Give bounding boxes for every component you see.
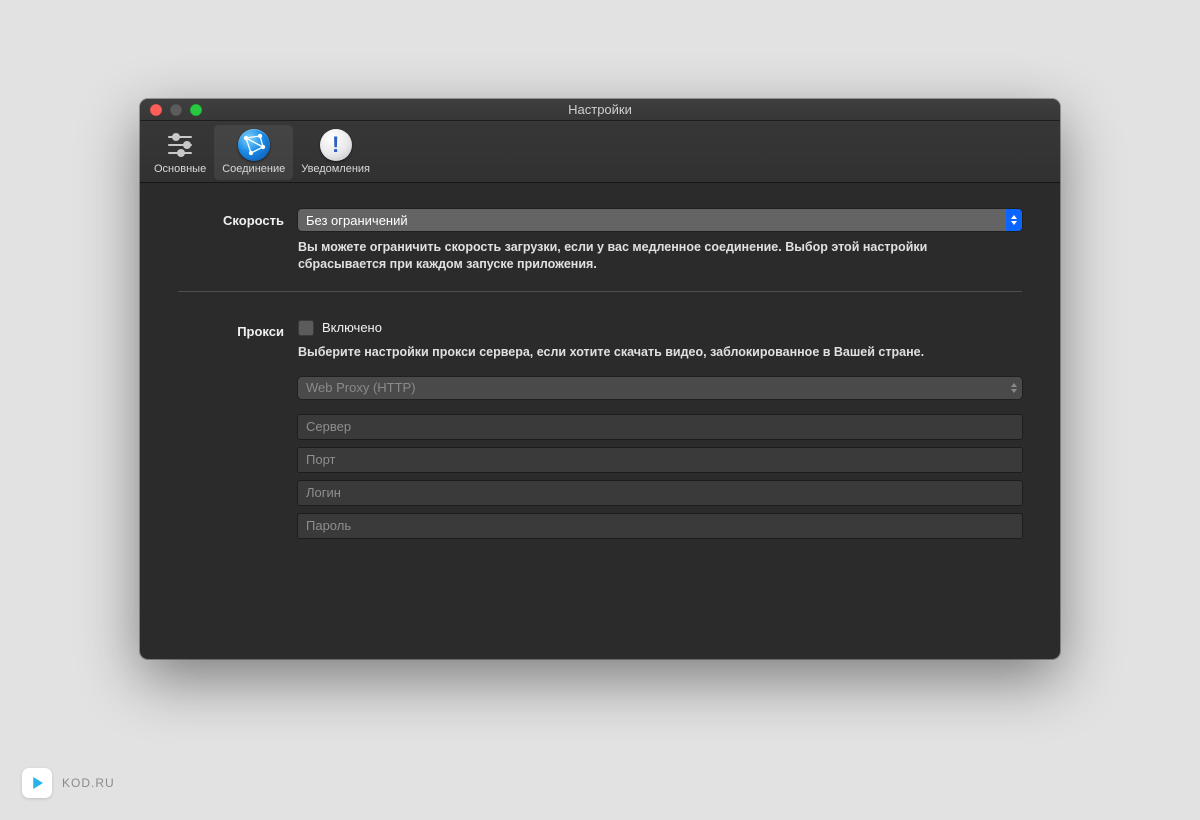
toolbar: Основные <box>140 121 1060 183</box>
tab-label: Основные <box>154 163 206 175</box>
proxy-enabled-label: Включено <box>322 320 382 335</box>
divider <box>178 291 1022 292</box>
tab-notifications[interactable]: ! Уведомления <box>293 125 378 180</box>
window-title: Настройки <box>140 99 1060 121</box>
speed-label: Скорость <box>178 209 298 228</box>
proxy-login-field[interactable]: Логин <box>298 481 1022 505</box>
placeholder: Порт <box>306 452 335 467</box>
zoom-button[interactable] <box>190 104 202 116</box>
proxy-enabled-checkbox[interactable] <box>298 320 314 336</box>
placeholder: Логин <box>306 485 341 500</box>
content-area: Скорость Без ограничений Вы можете огран… <box>140 183 1060 659</box>
network-icon <box>238 129 270 161</box>
preferences-window: Настройки Основные <box>140 99 1060 659</box>
chevron-updown-icon <box>1006 209 1022 231</box>
proxy-port-field[interactable]: Порт <box>298 448 1022 472</box>
speed-select-value: Без ограничений <box>298 213 1006 228</box>
watermark: KOD.RU <box>22 768 115 798</box>
close-button[interactable] <box>150 104 162 116</box>
play-icon <box>22 768 52 798</box>
proxy-password-field[interactable]: Пароль <box>298 514 1022 538</box>
proxy-label: Прокси <box>178 320 298 339</box>
speed-hint: Вы можете ограничить скорость загрузки, … <box>298 239 998 273</box>
tab-label: Уведомления <box>301 163 370 175</box>
sliders-icon <box>164 129 196 161</box>
watermark-text: KOD.RU <box>62 776 115 790</box>
tab-connection[interactable]: Соединение <box>214 125 293 180</box>
minimize-button[interactable] <box>170 104 182 116</box>
chevron-updown-icon <box>1006 377 1022 399</box>
placeholder: Сервер <box>306 419 351 434</box>
proxy-type-select[interactable]: Web Proxy (HTTP) <box>298 377 1022 399</box>
proxy-server-field[interactable]: Сервер <box>298 415 1022 439</box>
speed-row: Скорость Без ограничений Вы можете огран… <box>178 209 1022 310</box>
proxy-type-value: Web Proxy (HTTP) <box>298 380 1006 395</box>
tab-label: Соединение <box>222 163 285 175</box>
exclamation-icon: ! <box>320 129 352 161</box>
speed-select[interactable]: Без ограничений <box>298 209 1022 231</box>
tab-general[interactable]: Основные <box>146 125 214 180</box>
proxy-hint: Выберите настройки прокси сервера, если … <box>298 344 998 361</box>
traffic-lights <box>150 104 202 116</box>
titlebar: Настройки <box>140 99 1060 121</box>
placeholder: Пароль <box>306 518 351 533</box>
proxy-row: Прокси Включено Выберите настройки прокс… <box>178 320 1022 538</box>
